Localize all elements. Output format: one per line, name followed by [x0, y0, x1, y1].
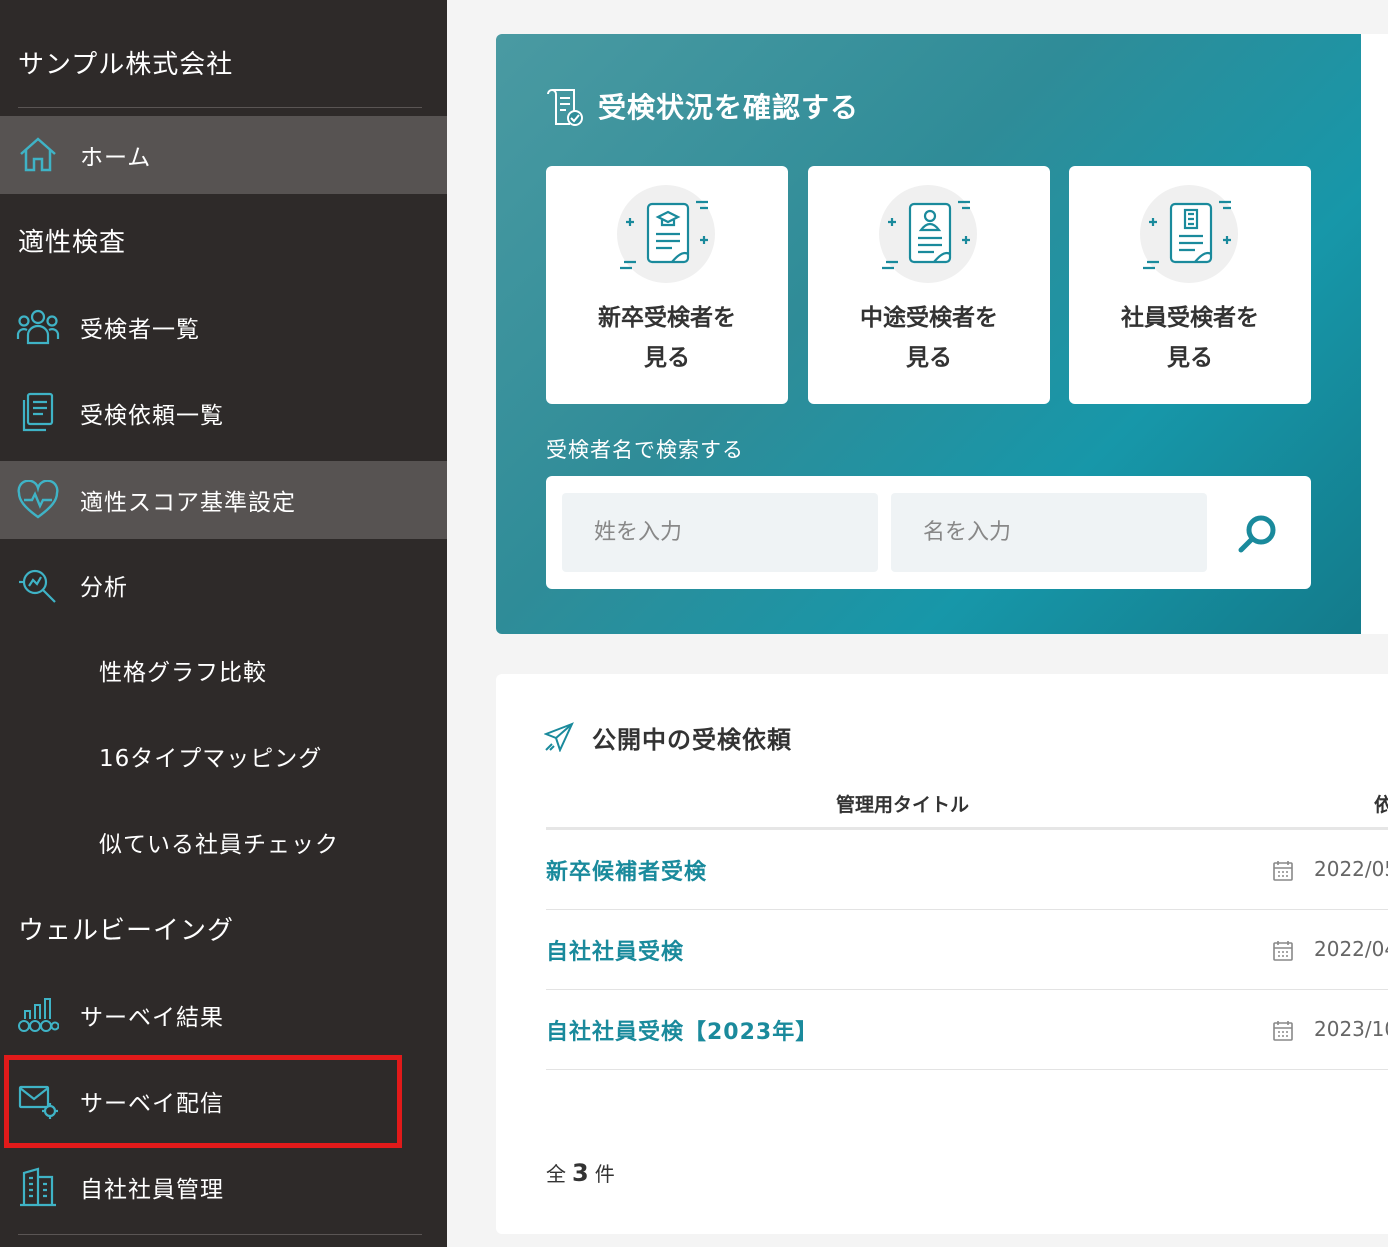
new-grad-card[interactable]: 新卒受検者を 見る [546, 166, 788, 404]
first-name-input[interactable] [891, 493, 1207, 572]
nav-survey-results[interactable]: サーベイ結果 [0, 976, 447, 1054]
total-count: 全3件 [546, 1159, 615, 1187]
nav-score-settings[interactable]: 適性スコア基準設定 [0, 461, 447, 539]
card-label: 中途受検者を 見る [860, 305, 998, 371]
analysis-magnifier-icon [16, 563, 60, 607]
table-row: 自社社員受検 2022/04 [546, 910, 1388, 990]
building-icon [16, 1165, 60, 1209]
divider [18, 1234, 422, 1235]
exam-status-panel: 受検状況を確認する 新卒受検者を 見る 中途受検者を 見る 社員受検者を 見る 受検者… [496, 34, 1361, 634]
mid-career-card[interactable]: 中途受検者を 見る [808, 166, 1050, 404]
nav-personality-compare-label: 性格グラフ比較 [99, 660, 267, 686]
nav-examinees-label: 受検者一覧 [80, 317, 200, 343]
nav-employee-mgmt-label: 自社社員管理 [80, 1177, 224, 1203]
nav-requests[interactable]: 受検依頼一覧 [0, 374, 447, 452]
documents-icon [16, 391, 60, 435]
request-date: 2022/05 [1314, 857, 1388, 881]
request-date: 2022/04 [1314, 937, 1388, 961]
calendar-icon [1272, 940, 1294, 962]
table-row: 自社社員受検【2023年】 2023/10 [546, 990, 1388, 1070]
graduate-doc-icon [616, 184, 716, 284]
company-name: サンプル株式会社 [18, 50, 234, 80]
building-doc-icon [1139, 184, 1239, 284]
nav-similar-employee[interactable]: 似ている社員チェック [0, 803, 447, 881]
column-header-title: 管理用タイトル [836, 794, 970, 816]
nav-survey-delivery[interactable]: サーベイ配信 [0, 1062, 447, 1140]
nav-employee-mgmt[interactable]: 自社社員管理 [0, 1148, 447, 1226]
panel-title: 受検状況を確認する [598, 91, 860, 124]
request-date: 2023/10 [1314, 1017, 1388, 1041]
nav-similar-employee-label: 似ている社員チェック [99, 832, 339, 858]
nav-personality-compare[interactable]: 性格グラフ比較 [0, 631, 447, 709]
nav-type-mapping-label: 16タイプマッピング [99, 746, 323, 772]
table-header: 管理用タイトル 依 [546, 786, 1388, 830]
request-title-link[interactable]: 新卒候補者受検 [546, 854, 707, 886]
scroll-check-icon [544, 86, 586, 128]
nav-survey-delivery-label: サーベイ配信 [80, 1091, 224, 1117]
nav-examinees[interactable]: 受検者一覧 [0, 288, 447, 366]
column-header-date: 依 [1374, 794, 1388, 816]
table-row: 新卒候補者受検 2022/05 [546, 830, 1388, 910]
card-label: 社員受検者を 見る [1121, 305, 1259, 371]
nav-home[interactable]: ホーム [0, 116, 447, 194]
request-title-link[interactable]: 自社社員受検【2023年】 [546, 1014, 818, 1046]
mail-gear-icon [16, 1079, 60, 1123]
section-aptitude: 適性検査 [18, 228, 127, 258]
panel-edge [1361, 34, 1388, 634]
employee-card[interactable]: 社員受検者を 見る [1069, 166, 1311, 404]
section-wellbeing: ウェルビーイング [18, 916, 235, 946]
name-search-box [546, 476, 1311, 589]
heart-pulse-icon [16, 478, 60, 522]
calendar-icon [1272, 860, 1294, 882]
survey-chart-icon [16, 993, 60, 1037]
nav-survey-results-label: サーベイ結果 [80, 1005, 224, 1031]
sidebar: サンプル株式会社 ホーム 適性検査 受検者一覧 受検依頼一覧 適性スコア基準設定… [0, 0, 447, 1247]
paper-plane-icon [543, 722, 574, 753]
request-title-link[interactable]: 自社社員受検 [546, 934, 684, 966]
home-icon [16, 133, 60, 177]
people-group-icon [16, 305, 60, 349]
nav-analysis[interactable]: 分析 [0, 546, 447, 624]
nav-home-label: ホーム [80, 145, 152, 171]
last-name-input[interactable] [562, 493, 878, 572]
calendar-icon [1272, 1020, 1294, 1042]
open-requests-panel: 公開中の受検依頼 管理用タイトル 依 新卒候補者受検 2022/05 自社社員受… [496, 674, 1388, 1234]
person-doc-icon [878, 184, 978, 284]
nav-score-settings-label: 適性スコア基準設定 [80, 490, 296, 516]
card-label: 新卒受検者を 見る [598, 305, 736, 371]
nav-type-mapping[interactable]: 16タイプマッピング [0, 717, 447, 795]
search-label: 受検者名で検索する [546, 438, 744, 462]
nav-analysis-label: 分析 [80, 575, 128, 601]
divider [18, 107, 422, 108]
search-icon[interactable] [1232, 508, 1284, 560]
requests-title: 公開中の受検依頼 [592, 726, 792, 754]
nav-requests-label: 受検依頼一覧 [80, 403, 224, 429]
